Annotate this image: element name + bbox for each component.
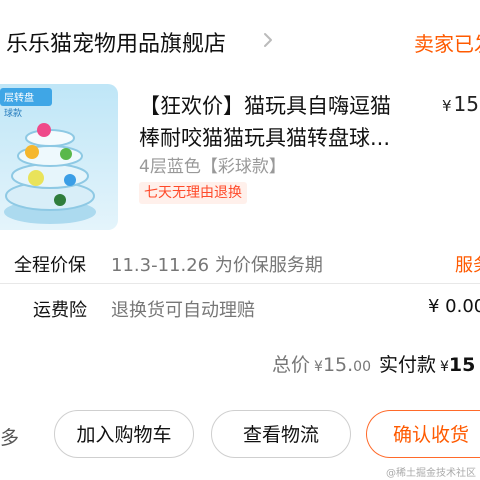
paid-currency: ¥ — [440, 359, 449, 375]
service-value: 11.3-11.26 为价保服务期 — [111, 255, 323, 276]
order-totals: 总价 ¥15.00 实付款 ¥15 — [272, 350, 475, 377]
total-label: 总价 — [272, 354, 311, 376]
product-title[interactable]: 【狂欢价】猫玩具自嗨逗猫 棒耐咬猫猫玩具猫转盘球... — [139, 90, 439, 154]
total-decimal: 00 — [353, 359, 371, 375]
divider — [0, 283, 480, 284]
shop-name[interactable]: 乐乐猫宠物用品旗舰店 — [6, 26, 226, 58]
image-sublabel: 球款 — [4, 107, 22, 119]
paid-label: 实付款 — [378, 354, 436, 376]
product-title-line2: 棒耐咬猫猫玩具猫转盘球... — [139, 126, 391, 150]
cat-toy-image-icon: 层转盘 球款 — [0, 84, 118, 230]
image-label: 层转盘 — [4, 91, 34, 104]
service-row-price-protect[interactable]: 全程价保 11.3-11.26 为价保服务期 服务 — [0, 243, 480, 283]
price-value: 15 — [453, 92, 479, 116]
total-currency: ¥ — [314, 359, 323, 375]
paid-amount: 15 — [448, 354, 476, 376]
order-status: 卖家已发 — [414, 32, 480, 56]
service-label: 全程价保 — [14, 255, 86, 276]
service-link[interactable]: 服务 — [455, 251, 480, 277]
service-value: 退换货可自动理赔 — [111, 300, 255, 321]
product-title-line1: 【狂欢价】猫玩具自嗨逗猫 — [139, 94, 391, 118]
service-label: 运费险 — [33, 300, 87, 321]
chevron-right-icon[interactable] — [258, 30, 278, 50]
sku-spec: 4层蓝色【彩球款】 — [139, 157, 286, 177]
shop-header[interactable]: 乐乐猫宠物用品旗舰店 卖家已发 — [0, 18, 480, 64]
confirm-receipt-button[interactable]: 确认收货 — [366, 410, 480, 458]
more-button[interactable]: 多 — [0, 423, 19, 450]
add-to-cart-button[interactable]: 加入购物车 — [54, 410, 194, 458]
product-image[interactable]: 层转盘 球款 — [0, 84, 118, 230]
service-amount: ¥ 0.00 — [428, 296, 480, 317]
return-policy-badge: 七天无理由退换 — [139, 182, 247, 204]
currency-symbol: ¥ — [442, 97, 452, 115]
service-row-shipping-insurance[interactable]: 运费险 退换货可自动理赔 ¥ 0.00 — [0, 288, 480, 328]
unit-price: ¥15 — [442, 92, 479, 116]
watermark: @稀土掘金技术社区 — [386, 468, 476, 479]
order-card: 乐乐猫宠物用品旗舰店 卖家已发 层转盘 球款 — [0, 0, 480, 480]
view-logistics-button[interactable]: 查看物流 — [211, 410, 351, 458]
total-amount: 15. — [322, 354, 354, 376]
